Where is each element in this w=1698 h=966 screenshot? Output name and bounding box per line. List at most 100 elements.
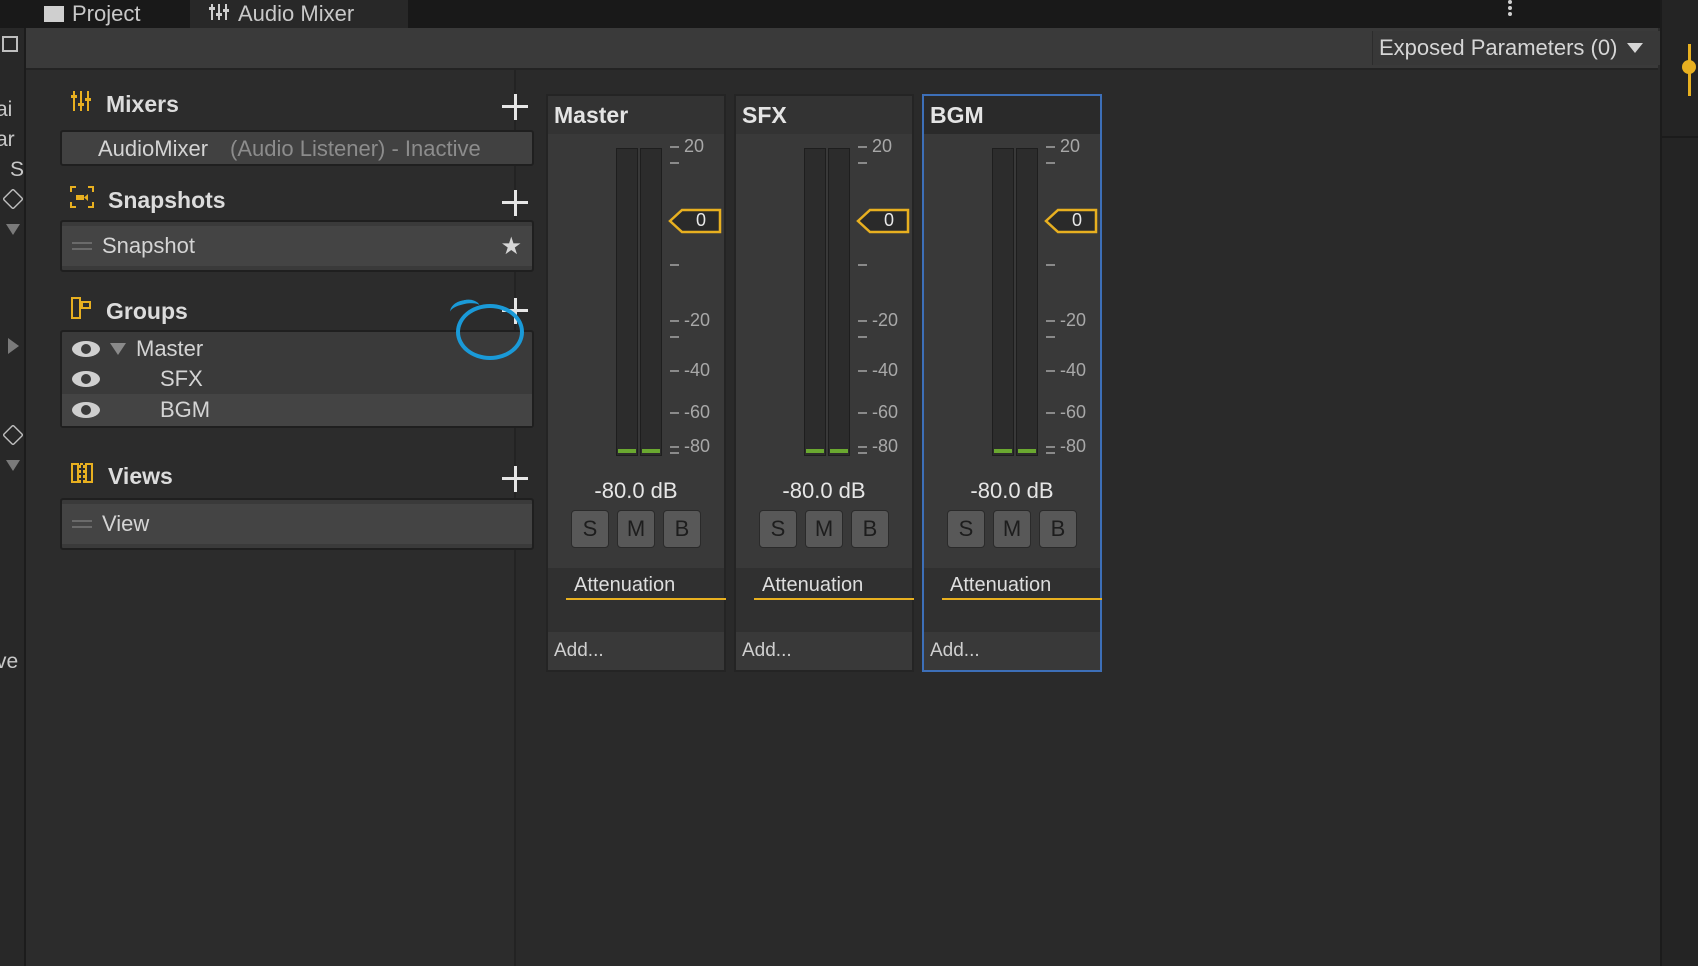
meter-level xyxy=(642,449,660,453)
external-window-icon[interactable] xyxy=(2,36,18,52)
solo-button[interactable]: S xyxy=(759,510,797,548)
more-options-icon[interactable] xyxy=(1508,0,1512,16)
scale-tick xyxy=(670,370,679,372)
solo-button[interactable]: S xyxy=(947,510,985,548)
level-meter-left xyxy=(616,148,638,456)
scale-tick xyxy=(670,146,679,148)
expand-arrow-icon[interactable] xyxy=(6,460,20,471)
bypass-button[interactable]: B xyxy=(851,510,889,548)
effects-area: Attenuation xyxy=(924,568,1102,632)
level-meter-left xyxy=(804,148,826,456)
add-effect-button[interactable]: Add... xyxy=(930,640,980,662)
visibility-eye-icon[interactable] xyxy=(72,371,100,387)
add-effect-button[interactable]: Add... xyxy=(554,640,604,662)
group-folder-icon xyxy=(70,296,92,326)
add-mixer-button[interactable] xyxy=(502,94,528,120)
scale-tick xyxy=(858,264,867,266)
gameobject-cube-icon xyxy=(2,424,24,446)
solo-mute-bypass: SMB xyxy=(924,510,1100,548)
tree-row[interactable]: SFX xyxy=(62,364,532,394)
attenuation-effect[interactable]: Attenuation xyxy=(942,574,1102,600)
scale-tick xyxy=(858,412,867,414)
meter-level xyxy=(994,449,1012,453)
scale-tick xyxy=(858,146,867,148)
scale-label: -80 xyxy=(1060,436,1087,456)
hierarchy-panel-edge: ai ar S ve xyxy=(0,28,26,966)
channel-strip-bgm[interactable]: BGM 20 -20 -40 -60 -80 0 -80.0 dB S M B Attenuation… xyxy=(922,94,1102,672)
scale-label: 20 xyxy=(684,136,705,156)
visibility-eye-icon[interactable] xyxy=(72,341,100,357)
scale-label: 20 xyxy=(872,136,893,156)
volume-fader-handle[interactable]: 0 xyxy=(856,208,910,234)
level-meter-right xyxy=(1016,148,1038,456)
group-master: Master xyxy=(136,336,204,361)
solo-mute-bypass: SMB xyxy=(736,510,912,548)
effects-area: Attenuation xyxy=(548,568,726,632)
visibility-eye-icon[interactable] xyxy=(72,402,100,418)
mute-button[interactable]: M xyxy=(617,510,655,548)
channel-name: BGM xyxy=(924,96,1100,134)
scale-tick xyxy=(670,452,679,454)
tree-row[interactable]: BGM xyxy=(62,394,532,426)
views-panel-icon xyxy=(70,462,94,490)
volume-fader-handle[interactable]: 0 xyxy=(1044,208,1098,234)
list-item[interactable]: View xyxy=(62,504,532,544)
expand-arrow-icon[interactable] xyxy=(6,224,20,235)
mute-button[interactable]: M xyxy=(993,510,1031,548)
views-header: Views xyxy=(70,462,173,490)
scale-label: -40 xyxy=(684,360,711,380)
volume-db-readout: -80.0 dB xyxy=(594,478,678,503)
scale-label: -60 xyxy=(1060,402,1087,422)
views-list: View xyxy=(60,498,534,550)
tab-project[interactable]: Project xyxy=(44,0,140,28)
bypass-button[interactable]: B xyxy=(1039,510,1077,548)
attenuation-effect[interactable]: Attenuation xyxy=(754,574,914,600)
solo-mute-bypass: SMB xyxy=(548,510,724,548)
bypass-button[interactable]: B xyxy=(663,510,701,548)
scale-label: -20 xyxy=(872,310,899,330)
channel-strip-sfx[interactable]: SFX 20 -20 -40 -60 -80 0 -80.0 dB S M B Attenuation… xyxy=(734,94,914,672)
attenuation-effect[interactable]: Attenuation xyxy=(566,574,726,600)
mute-button[interactable]: M xyxy=(805,510,843,548)
mixer-sliders-icon xyxy=(70,90,92,118)
group-bgm: BGM xyxy=(160,397,211,422)
fader-value: 0 xyxy=(696,210,707,230)
collapse-arrow-icon[interactable] xyxy=(8,338,19,354)
group-sfx: SFX xyxy=(160,366,203,391)
add-snapshot-button[interactable] xyxy=(502,190,528,216)
scale-tick xyxy=(670,336,679,338)
volume-fader-handle[interactable]: 0 xyxy=(668,208,722,234)
hierarchy-fragment: ar xyxy=(0,128,15,151)
solo-button[interactable]: S xyxy=(571,510,609,548)
scale-tick xyxy=(1046,452,1055,454)
channel-strip-master[interactable]: Master 20 -20 -40 -60 -80 0 -80.0 dB S M B Attenuat… xyxy=(546,94,726,672)
channel-name: Master xyxy=(548,96,724,134)
scale-label: -60 xyxy=(684,402,711,422)
star-icon[interactable]: ★ xyxy=(500,232,522,261)
scale-label: -60 xyxy=(872,402,899,422)
add-effect-button[interactable]: Add... xyxy=(742,640,792,662)
scale-tick xyxy=(858,336,867,338)
effects-area: Attenuation xyxy=(736,568,914,632)
hierarchy-fragment: ai xyxy=(0,98,13,121)
snapshot-name: Snapshot xyxy=(102,233,195,258)
collapse-triangle-icon[interactable] xyxy=(110,343,126,355)
drag-handle-icon[interactable] xyxy=(72,242,92,250)
mixer-toolbar: Exposed Parameters (0) xyxy=(26,28,1678,70)
list-item[interactable]: AudioMixer (Audio Listener) - Inactive xyxy=(62,134,532,164)
meter-level xyxy=(618,449,636,453)
scale-label: -20 xyxy=(1060,310,1087,330)
groups-title: Groups xyxy=(106,297,188,324)
list-item[interactable]: Snapshot ★ xyxy=(62,226,532,266)
exposed-parameters-dropdown[interactable]: Exposed Parameters (0) xyxy=(1372,31,1678,65)
mixers-header: Mixers xyxy=(70,90,179,118)
scale-tick xyxy=(858,320,867,322)
snapshot-camera-icon xyxy=(70,186,94,214)
add-view-button[interactable] xyxy=(502,466,528,492)
level-meter-right xyxy=(640,148,662,456)
slider-handle[interactable] xyxy=(1682,60,1696,74)
groups-header: Groups xyxy=(70,296,188,326)
volume-db-readout: -80.0 dB xyxy=(970,478,1054,503)
tab-audio-mixer[interactable]: Audio Mixer xyxy=(190,0,408,28)
drag-handle-icon[interactable] xyxy=(72,520,92,528)
